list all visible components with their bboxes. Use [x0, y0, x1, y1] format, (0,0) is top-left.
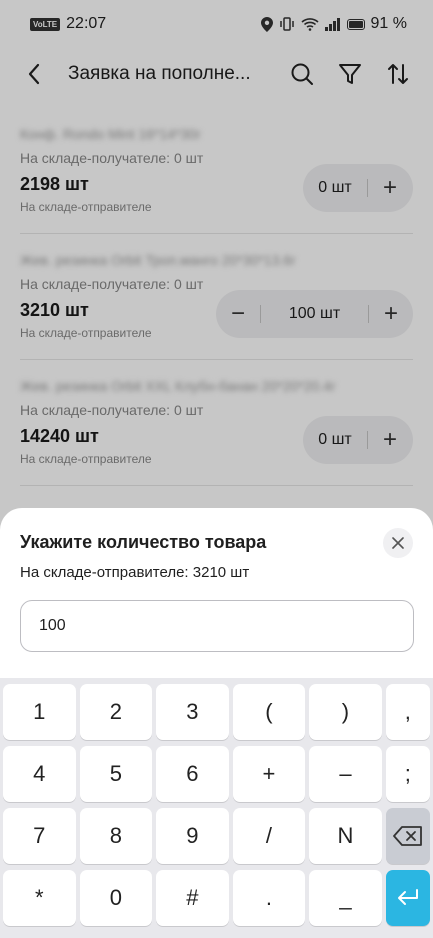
- key-close-paren[interactable]: ): [309, 684, 382, 740]
- sheet-title: Укажите количество товара: [20, 532, 267, 552]
- enter-icon[interactable]: [385, 870, 430, 926]
- close-icon[interactable]: [383, 528, 413, 558]
- key-5[interactable]: 5: [79, 746, 153, 802]
- key-2[interactable]: 2: [79, 684, 153, 740]
- key-comma[interactable]: ,: [385, 684, 430, 740]
- key-3[interactable]: 3: [156, 684, 229, 740]
- key-9[interactable]: 9: [156, 808, 229, 864]
- key-underscore[interactable]: _: [309, 870, 382, 926]
- quantity-input[interactable]: 100: [20, 600, 414, 652]
- key-n[interactable]: N: [309, 808, 382, 864]
- sheet-subtitle: На складе-отправителе: 3210 шт: [20, 564, 250, 581]
- numeric-keyboard: 1 2 3 ( ) , 4 5 6 + – ; 7 8 9 / N * 0 # …: [0, 678, 433, 938]
- key-plus[interactable]: +: [232, 746, 306, 802]
- key-7[interactable]: 7: [3, 808, 76, 864]
- key-slash[interactable]: /: [232, 808, 306, 864]
- backspace-icon[interactable]: [385, 808, 430, 864]
- key-1[interactable]: 1: [3, 684, 76, 740]
- key-0[interactable]: 0: [79, 870, 153, 926]
- key-8[interactable]: 8: [79, 808, 153, 864]
- key-hash[interactable]: #: [156, 870, 229, 926]
- key-period[interactable]: .: [232, 870, 306, 926]
- key-open-paren[interactable]: (: [232, 684, 306, 740]
- key-minus[interactable]: –: [309, 746, 382, 802]
- key-asterisk[interactable]: *: [3, 870, 76, 926]
- key-semicolon[interactable]: ;: [385, 746, 430, 802]
- key-6[interactable]: 6: [156, 746, 229, 802]
- key-4[interactable]: 4: [3, 746, 76, 802]
